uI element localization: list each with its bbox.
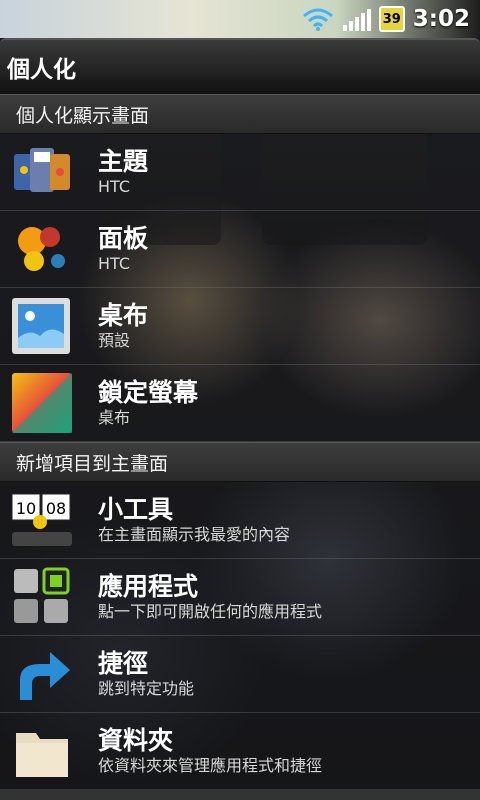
skin-icon xyxy=(10,217,74,281)
battery-icon: 39 xyxy=(378,6,405,32)
apps-icon xyxy=(10,565,74,629)
item-subtitle: 依資料夾來管理應用程式和捷徑 xyxy=(98,756,323,775)
wifi-icon xyxy=(302,8,333,31)
item-title: 應用程式 xyxy=(98,572,199,601)
list-item-shortcut[interactable]: 捷徑 跳到特定功能 xyxy=(0,636,480,713)
item-title: 面板 xyxy=(98,224,149,253)
list-item-apps[interactable]: 應用程式 點一下即可開啟任何的應用程式 xyxy=(0,559,480,636)
section-header-add-to-home: 新增項目到主畫面 xyxy=(0,442,480,482)
item-subtitle: 在主畫面顯示我最愛的內容 xyxy=(98,525,291,544)
list-item-wallpaper[interactable]: 桌布 預設 xyxy=(0,288,480,365)
list-item-widget[interactable]: 10 08 小工具 在主畫面顯示我最愛的內容 xyxy=(0,482,480,559)
item-title: 捷徑 xyxy=(98,649,149,678)
item-title: 資料夾 xyxy=(98,726,174,755)
status-bar: 39 3:02 xyxy=(0,0,480,38)
item-subtitle: 預設 xyxy=(98,331,131,350)
svg-text:08: 08 xyxy=(46,499,66,518)
list-item-folder[interactable]: 資料夾 依資料夾來管理應用程式和捷徑 xyxy=(0,713,480,790)
list-item-skin[interactable]: 面板 HTC xyxy=(0,211,480,288)
list-item-theme[interactable]: 主題 HTC xyxy=(0,134,480,211)
item-subtitle: 點一下即可開啟任何的應用程式 xyxy=(98,602,323,621)
item-subtitle: HTC xyxy=(98,254,131,273)
item-subtitle: 跳到特定功能 xyxy=(98,679,195,698)
wallpaper-icon xyxy=(10,294,74,358)
personalize-panel: 個人化 個人化顯示畫面 主題 HTC 面板 HTC 桌布 預設 鎖定螢幕 桌布 … xyxy=(0,38,480,800)
shortcut-icon xyxy=(10,642,74,706)
svg-text:10: 10 xyxy=(16,499,36,518)
theme-icon xyxy=(10,140,74,204)
item-title: 主題 xyxy=(98,147,149,176)
list-item-lock-screen[interactable]: 鎖定螢幕 桌布 xyxy=(0,365,480,442)
page-title: 個人化 xyxy=(0,38,480,94)
item-title: 小工具 xyxy=(98,495,174,524)
item-title: 桌布 xyxy=(98,301,149,330)
item-subtitle: 桌布 xyxy=(98,408,131,427)
item-title: 鎖定螢幕 xyxy=(98,378,199,407)
lock-screen-icon xyxy=(10,371,74,435)
status-time: 3:02 xyxy=(412,6,470,32)
widget-icon: 10 08 xyxy=(10,488,74,552)
section-header-personalize: 個人化顯示畫面 xyxy=(0,94,480,134)
folder-icon xyxy=(10,719,74,783)
bottom-edge xyxy=(0,790,480,800)
item-subtitle: HTC xyxy=(98,177,131,196)
signal-icon xyxy=(342,7,371,31)
